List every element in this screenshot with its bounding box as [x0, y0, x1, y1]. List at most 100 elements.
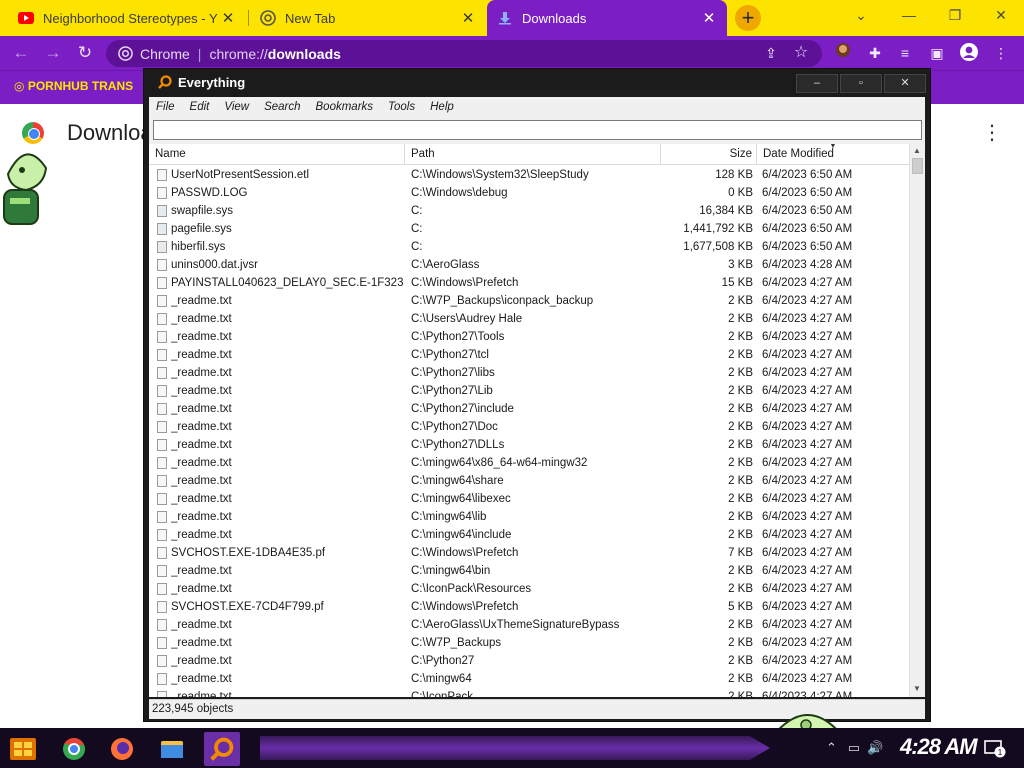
sort-arrow-icon: ▼ — [829, 144, 837, 150]
column-size[interactable]: Size — [661, 144, 757, 165]
bookmark-item[interactable]: ◎ PORNHUB TRANS — [14, 79, 133, 93]
cell-date: 6/4/2023 4:27 AM — [762, 313, 853, 325]
chrome-icon — [118, 46, 133, 61]
table-row[interactable]: _readme.txt C:\W7P_Backups\iconpack_backu… — [149, 292, 909, 310]
taskbar-chrome-icon[interactable] — [56, 732, 92, 766]
everything-titlebar[interactable]: Everything – ▫ ✕ — [144, 69, 930, 97]
table-row[interactable]: _readme.txt C:\IconPack 2 KB 6/4/2023 4:27 … — [149, 688, 909, 697]
system-tray[interactable]: ⌃ ▭ 🔊 — [826, 740, 883, 756]
table-row[interactable]: _readme.txt C:\mingw64\bin 2 KB 6/4/2023 4:… — [149, 562, 909, 580]
table-row[interactable]: UserNotPresentSession.etl C:\Windows\Syst… — [149, 166, 909, 184]
table-row[interactable]: pagefile.sys C: 1,441,792 KB 6/4/2023 6:50 … — [149, 220, 909, 238]
scroll-down-icon[interactable]: ▼ — [913, 684, 921, 693]
cell-date: 6/4/2023 4:27 AM — [762, 583, 853, 595]
table-row[interactable]: swapfile.sys C: 16,384 KB 6/4/2023 6:50 AM — [149, 202, 909, 220]
address-bar[interactable]: Chrome | chrome:// downloads — [106, 40, 822, 67]
menu-view[interactable]: View — [224, 101, 249, 113]
menu-help[interactable]: Help — [430, 101, 454, 113]
extensions-puzzle-icon[interactable]: ✚ — [864, 42, 886, 64]
cell-date: 6/4/2023 6:50 AM — [762, 241, 853, 253]
reload-button[interactable]: ↻ — [74, 42, 96, 64]
taskbar-everything-icon[interactable] — [204, 732, 240, 766]
new-tab-button[interactable]: + — [735, 5, 761, 31]
column-name[interactable]: Name — [149, 144, 405, 165]
tab-search-icon[interactable]: ⌄ — [838, 0, 884, 30]
results-rows: UserNotPresentSession.etl C:\Windows\Syst… — [149, 166, 909, 697]
menu-file[interactable]: File — [156, 101, 175, 113]
table-row[interactable]: _readme.txt C:\Python27\libs 2 KB 6/4/2023 … — [149, 364, 909, 382]
network-icon[interactable]: ▭ — [848, 740, 860, 755]
back-button[interactable]: ← — [10, 42, 32, 64]
menu-bookmarks[interactable]: Bookmarks — [316, 101, 374, 113]
bookmark-star-icon[interactable]: ☆ — [790, 42, 812, 64]
menu-search[interactable]: Search — [264, 101, 300, 113]
tab-youtube[interactable]: Neighborhood Stereotypes - Y ✕ — [8, 0, 246, 36]
table-row[interactable]: _readme.txt C:\mingw64\x86_64-w64-mingw32… — [149, 454, 909, 472]
tab-close-icon[interactable]: ✕ — [701, 9, 717, 27]
tab-new-tab[interactable]: New Tab ✕ — [250, 0, 486, 36]
table-row[interactable]: _readme.txt C:\W7P_Backups 2 KB 6/4/2023 4:… — [149, 634, 909, 652]
side-panel-icon[interactable]: ▣ — [926, 42, 948, 64]
menu-edit[interactable]: Edit — [190, 101, 210, 113]
show-hidden-icons-icon[interactable]: ⌃ — [826, 740, 837, 755]
table-row[interactable]: _readme.txt C:\mingw64\lib 2 KB 6/4/2023 4:… — [149, 508, 909, 526]
tab-close-icon[interactable]: ✕ — [220, 9, 236, 27]
table-row[interactable]: _readme.txt C:\Python27\tcl 2 KB 6/4/2023 4… — [149, 346, 909, 364]
vertical-scrollbar[interactable]: ▲ ▼ — [909, 144, 925, 697]
cell-path: C:\Users\Audrey Hale — [411, 313, 523, 325]
restore-button[interactable]: ❐ — [932, 0, 978, 30]
tab-close-icon[interactable]: ✕ — [460, 9, 476, 27]
avatar[interactable] — [958, 42, 980, 64]
table-row[interactable]: _readme.txt C:\Python27\DLLs 2 KB 6/4/2023 … — [149, 436, 909, 454]
table-row[interactable]: _readme.txt C:\IconPack\Resources 2 KB 6/4/… — [149, 580, 909, 598]
table-row[interactable]: _readme.txt C:\Python27\Doc 2 KB 6/4/2023 4… — [149, 418, 909, 436]
share-icon[interactable]: ⇪ — [760, 42, 782, 64]
cell-size: 2 KB — [728, 421, 753, 433]
close-button[interactable]: ✕ — [884, 74, 926, 93]
table-row[interactable]: _readme.txt C:\mingw64 2 KB 6/4/2023 4:27 A… — [149, 670, 909, 688]
table-row[interactable]: _readme.txt C:\Users\Audrey Hale 2 KB 6/4/2… — [149, 310, 909, 328]
close-window-button[interactable]: ✕ — [978, 0, 1024, 30]
taskbar-clock[interactable]: 4:28 AM — [900, 734, 978, 760]
table-row[interactable]: unins000.dat.jvsr C:\AeroGlass 3 KB 6/4/202… — [149, 256, 909, 274]
cell-name: unins000.dat.jvsr — [171, 259, 258, 271]
reading-list-icon[interactable]: ≡ — [894, 42, 916, 64]
start-button[interactable] — [8, 734, 40, 764]
cell-date: 6/4/2023 4:27 AM — [762, 367, 853, 379]
chrome-menu-icon[interactable]: ⋮ — [990, 42, 1012, 64]
forward-button[interactable]: → — [42, 42, 64, 64]
tab-downloads[interactable]: Downloads ✕ — [487, 0, 727, 36]
table-row[interactable]: _readme.txt C:\Python27\Tools 2 KB 6/4/2023… — [149, 328, 909, 346]
table-row[interactable]: _readme.txt C:\Python27\include 2 KB 6/4/20… — [149, 400, 909, 418]
table-row[interactable]: PASSWD.LOG C:\Windows\debug 0 KB 6/4/2023 6… — [149, 184, 909, 202]
search-input[interactable] — [153, 120, 922, 140]
cell-date: 6/4/2023 6:50 AM — [762, 205, 853, 217]
table-row[interactable]: SVCHOST.EXE-1DBA4E35.pf C:\Windows\Prefet… — [149, 544, 909, 562]
table-row[interactable]: _readme.txt C:\Python27 2 KB 6/4/2023 4:27 … — [149, 652, 909, 670]
column-path[interactable]: Path — [405, 144, 661, 165]
table-row[interactable]: _readme.txt C:\Python27\Lib 2 KB 6/4/2023 4… — [149, 382, 909, 400]
table-row[interactable]: _readme.txt C:\mingw64\share 2 KB 6/4/2023 … — [149, 472, 909, 490]
profile-extension-icon[interactable] — [832, 42, 854, 64]
minimize-button[interactable]: – — [796, 74, 838, 93]
volume-icon[interactable]: 🔊 — [867, 740, 883, 755]
page-menu-icon[interactable]: ⋮ — [982, 120, 1002, 145]
cell-path: C:\mingw64\share — [411, 475, 504, 487]
maximize-button[interactable]: ▫ — [840, 74, 882, 93]
scroll-thumb[interactable] — [912, 158, 923, 174]
taskbar-explorer-icon[interactable] — [154, 732, 190, 766]
menu-tools[interactable]: Tools — [388, 101, 415, 113]
minimize-button[interactable]: — — [886, 0, 932, 30]
table-row[interactable]: _readme.txt C:\mingw64\include 2 KB 6/4/202… — [149, 526, 909, 544]
scroll-up-icon[interactable]: ▲ — [913, 146, 921, 155]
notification-center-icon[interactable]: 1 — [984, 740, 1006, 758]
table-row[interactable]: SVCHOST.EXE-7CD4F799.pf C:\Windows\Prefet… — [149, 598, 909, 616]
taskbar-firefox-icon[interactable] — [104, 732, 140, 766]
file-icon — [157, 385, 167, 397]
everything-window: Everything – ▫ ✕ File Edit View Search B… — [143, 68, 931, 768]
cell-size: 2 KB — [728, 691, 753, 697]
table-row[interactable]: _readme.txt C:\AeroGlass\UxThemeSignature… — [149, 616, 909, 634]
table-row[interactable]: hiberfil.sys C: 1,677,508 KB 6/4/2023 6:50 … — [149, 238, 909, 256]
table-row[interactable]: PAYINSTALL040623_DELAY0_SEC.E-1F3234C...… — [149, 274, 909, 292]
table-row[interactable]: _readme.txt C:\mingw64\libexec 2 KB 6/4/202… — [149, 490, 909, 508]
